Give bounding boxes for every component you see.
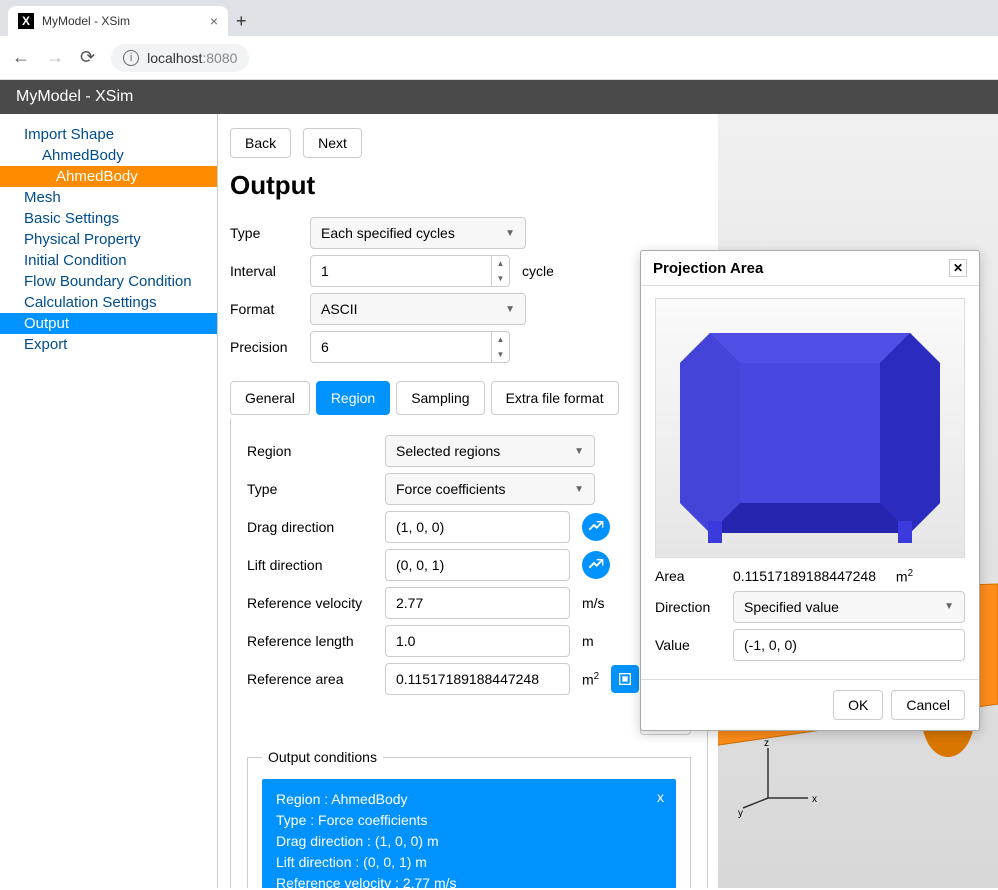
region-label: Region (247, 443, 377, 459)
chevron-down-icon: ▼ (944, 601, 954, 612)
direction-value-input[interactable] (733, 629, 965, 661)
reference-length-input[interactable] (385, 625, 570, 657)
pick-lift-direction-icon[interactable] (582, 551, 610, 579)
projection-area-icon[interactable] (611, 665, 639, 693)
svg-text:x: x (812, 794, 817, 805)
page-heading: Output (230, 170, 708, 201)
svg-text:z: z (764, 738, 769, 749)
tab-panel-region: Region Selected regions ▼ Type Force coe… (230, 419, 708, 888)
url-host: localhost (147, 50, 202, 66)
pick-drag-direction-icon[interactable] (582, 513, 610, 541)
reference-velocity-input[interactable] (385, 587, 570, 619)
cond-type: Type : Force coefficients (276, 810, 662, 831)
browser-tab[interactable]: X MyModel - XSim × (8, 6, 228, 36)
format-label: Format (230, 301, 302, 317)
reference-velocity-label: Reference velocity (247, 595, 377, 611)
sidebar-item-ahmedbody-group[interactable]: AhmedBody (0, 145, 217, 166)
region-type-select[interactable]: Force coefficients ▼ (385, 473, 595, 505)
format-select[interactable]: ASCII ▼ (310, 293, 526, 325)
reference-length-label: Reference length (247, 633, 377, 649)
sidebar-item-ahmedbody[interactable]: AhmedBody (0, 166, 217, 187)
projection-preview (655, 298, 965, 558)
precision-input[interactable]: ▲▼ (310, 331, 510, 363)
sidebar-item-import-shape[interactable]: Import Shape (0, 124, 217, 145)
reference-area-input[interactable] (385, 663, 570, 695)
sidebar: Import Shape AhmedBody AhmedBody Mesh Ba… (0, 114, 218, 888)
value-label: Value (655, 637, 725, 653)
cond-lift: Lift direction : (0, 0, 1) m (276, 852, 662, 873)
region-type-label: Type (247, 481, 377, 497)
next-button[interactable]: Next (303, 128, 362, 158)
type-select[interactable]: Each specified cycles ▼ (310, 217, 526, 249)
drag-direction-label: Drag direction (247, 519, 377, 535)
region-select[interactable]: Selected regions ▼ (385, 435, 595, 467)
cond-vel: Reference velocity : 2.77 m/s (276, 873, 662, 888)
address-bar[interactable]: i localhost:8080 (111, 44, 249, 72)
type-label: Type (230, 225, 302, 241)
chevron-down-icon: ▼ (505, 304, 515, 315)
direction-select[interactable]: Specified value ▼ (733, 591, 965, 623)
output-condition-card[interactable]: x Region : AhmedBody Type : Force coeffi… (262, 779, 676, 888)
remove-condition-icon[interactable]: x (657, 787, 664, 808)
lift-direction-input[interactable] (385, 549, 570, 581)
tab-close-icon[interactable]: × (210, 13, 218, 29)
app-title: MyModel - XSim (16, 88, 133, 105)
site-info-icon[interactable]: i (123, 50, 139, 66)
reference-area-label: Reference area (247, 671, 377, 687)
sidebar-item-calculation-settings[interactable]: Calculation Settings (0, 292, 217, 313)
tab-sampling[interactable]: Sampling (396, 381, 484, 415)
spinner-down-icon[interactable]: ▼ (492, 271, 509, 286)
lift-direction-label: Lift direction (247, 557, 377, 573)
sidebar-item-mesh[interactable]: Mesh (0, 187, 217, 208)
cond-drag: Drag direction : (1, 0, 0) m (276, 831, 662, 852)
area-unit: m2 (896, 568, 913, 585)
sidebar-item-flow-boundary[interactable]: Flow Boundary Condition (0, 271, 217, 292)
back-button[interactable]: Back (230, 128, 291, 158)
area-label: Area (655, 568, 725, 584)
sidebar-item-initial-condition[interactable]: Initial Condition (0, 250, 217, 271)
cond-region: Region : AhmedBody (276, 789, 662, 810)
cancel-button[interactable]: Cancel (891, 690, 965, 720)
output-conditions-legend: Output conditions (262, 749, 383, 765)
projection-area-dialog: Projection Area ✕ Area 0.115171891884472… (640, 250, 980, 731)
sidebar-item-export[interactable]: Export (0, 334, 217, 355)
chevron-down-icon: ▼ (505, 228, 515, 239)
dialog-title: Projection Area (653, 260, 763, 277)
sidebar-item-basic-settings[interactable]: Basic Settings (0, 208, 217, 229)
area-value: 0.11517189188447248 (733, 568, 876, 584)
favicon: X (18, 13, 34, 29)
interval-input[interactable]: ▲▼ (310, 255, 510, 287)
browser-chrome: X MyModel - XSim × + ← → ⟳ i localhost:8… (0, 0, 998, 80)
drag-direction-input[interactable] (385, 511, 570, 543)
svg-text:y: y (738, 808, 743, 818)
axes-gizmo: x y z (738, 738, 818, 818)
nav-reload-icon[interactable]: ⟳ (80, 47, 95, 68)
tab-title: MyModel - XSim (42, 14, 130, 28)
spinner-down-icon[interactable]: ▼ (492, 347, 509, 362)
chevron-down-icon: ▼ (574, 484, 584, 495)
tab-extra-file-format[interactable]: Extra file format (491, 381, 619, 415)
nav-forward-icon[interactable]: → (46, 47, 64, 68)
precision-label: Precision (230, 339, 302, 355)
sidebar-item-physical-property[interactable]: Physical Property (0, 229, 217, 250)
sidebar-item-output[interactable]: Output (0, 313, 217, 334)
interval-label: Interval (230, 263, 302, 279)
ok-button[interactable]: OK (833, 690, 883, 720)
reference-length-unit: m (582, 633, 594, 649)
reference-velocity-unit: m/s (582, 595, 605, 611)
direction-label: Direction (655, 599, 725, 615)
reference-area-unit: m2 (582, 671, 599, 688)
app-title-bar: MyModel - XSim (0, 80, 998, 114)
new-tab-button[interactable]: + (236, 11, 247, 32)
spinner-up-icon[interactable]: ▲ (492, 332, 509, 347)
chevron-down-icon: ▼ (574, 446, 584, 457)
tab-general[interactable]: General (230, 381, 310, 415)
url-port: :8080 (202, 50, 237, 66)
spinner-up-icon[interactable]: ▲ (492, 256, 509, 271)
nav-back-icon[interactable]: ← (12, 47, 30, 68)
tab-region[interactable]: Region (316, 381, 390, 415)
interval-unit: cycle (522, 263, 554, 279)
dialog-close-icon[interactable]: ✕ (949, 259, 967, 277)
